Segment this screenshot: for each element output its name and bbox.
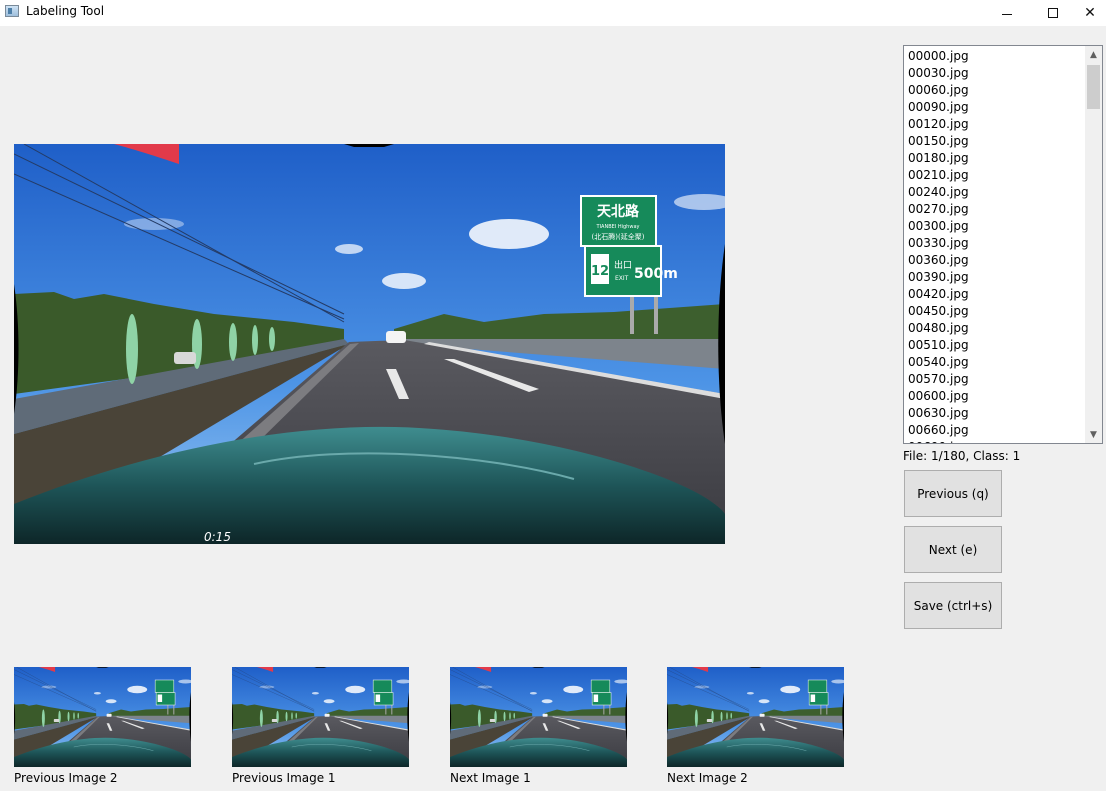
save-button[interactable]: Save (ctrl+s) xyxy=(904,582,1002,629)
thumbnail-previous-2[interactable] xyxy=(14,667,191,767)
file-list-item[interactable]: 00150.jpg xyxy=(908,133,969,150)
status-text: File: 1/180, Class: 1 xyxy=(903,449,1021,463)
sign-sub1-text: TIANBEI Highway xyxy=(596,224,640,230)
window-title: Labeling Tool xyxy=(26,4,105,18)
main-image[interactable]: 天北路 TIANBEI Highway (北石腾)(延全聚) 12 出口 EXI… xyxy=(14,144,725,544)
file-list-item[interactable]: 00060.jpg xyxy=(908,82,969,99)
road-scene-image: 天北路 TIANBEI Highway (北石腾)(延全聚) 12 出口 EXI… xyxy=(14,144,725,544)
file-list-items: 00000.jpg 00030.jpg 00060.jpg 00090.jpg 0012… xyxy=(908,48,969,443)
file-list-item[interactable]: 00090.jpg xyxy=(908,99,969,116)
scroll-down-icon[interactable]: ▼ xyxy=(1085,426,1102,443)
thumbnail-previous-1[interactable] xyxy=(232,667,409,767)
file-list-item[interactable]: 00240.jpg xyxy=(908,184,969,201)
file-list-item[interactable]: 00300.jpg xyxy=(908,218,969,235)
sign-sub2-text: (北石腾)(延全聚) xyxy=(592,232,645,241)
thumbnail-image xyxy=(232,667,409,767)
maximize-button[interactable] xyxy=(1030,0,1076,26)
file-list-item[interactable]: 00450.jpg xyxy=(908,303,969,320)
thumbnail-image xyxy=(450,667,627,767)
sign-exit-number: 12 xyxy=(591,264,609,279)
previous-button[interactable]: Previous (q) xyxy=(904,470,1002,517)
file-list-item[interactable]: 00180.jpg xyxy=(908,150,969,167)
title-bar: Labeling Tool ✕ xyxy=(0,0,1106,26)
scroll-up-icon[interactable]: ▲ xyxy=(1085,46,1102,63)
file-list-item[interactable]: 00660.jpg xyxy=(908,422,969,439)
thumbnail-label: Previous Image 1 xyxy=(232,771,336,785)
file-list-item[interactable]: 00210.jpg xyxy=(908,167,969,184)
scroll-thumb[interactable] xyxy=(1087,65,1100,109)
thumbnail-image xyxy=(667,667,844,767)
thumbnail-next-1[interactable] xyxy=(450,667,627,767)
app-icon xyxy=(5,5,19,17)
thumbnail-label: Previous Image 2 xyxy=(14,771,118,785)
file-list-item[interactable]: 00690.jpg xyxy=(908,439,969,443)
file-list-scrollbar[interactable]: ▲ ▼ xyxy=(1085,46,1102,443)
file-list-item[interactable]: 00030.jpg xyxy=(908,65,969,82)
sign-exit-en: EXIT xyxy=(615,275,629,282)
timestamp-overlay: 0:15 xyxy=(204,530,231,544)
file-list-item[interactable]: 00270.jpg xyxy=(908,201,969,218)
thumbnail-next-2[interactable] xyxy=(667,667,844,767)
maximize-icon xyxy=(1048,8,1058,18)
file-list-item[interactable]: 00120.jpg xyxy=(908,116,969,133)
next-button[interactable]: Next (e) xyxy=(904,526,1002,573)
file-list-item[interactable]: 00480.jpg xyxy=(908,320,969,337)
file-list-item[interactable]: 00390.jpg xyxy=(908,269,969,286)
minimize-button[interactable] xyxy=(984,0,1030,26)
file-list-item[interactable]: 00000.jpg xyxy=(908,48,969,65)
file-list-item[interactable]: 00570.jpg xyxy=(908,371,969,388)
sign-distance: 500m xyxy=(634,266,678,282)
file-list-item[interactable]: 00360.jpg xyxy=(908,252,969,269)
file-list-item[interactable]: 00630.jpg xyxy=(908,405,969,422)
minimize-icon xyxy=(1002,13,1012,15)
close-button[interactable]: ✕ xyxy=(1074,0,1106,26)
file-list-item[interactable]: 00510.jpg xyxy=(908,337,969,354)
thumbnail-label: Next Image 2 xyxy=(667,771,748,785)
file-list-item[interactable]: 00600.jpg xyxy=(908,388,969,405)
file-list[interactable]: 00000.jpg 00030.jpg 00060.jpg 00090.jpg 0012… xyxy=(903,45,1103,444)
sign-exit-cn: 出口 xyxy=(614,259,632,271)
file-list-item[interactable]: 00420.jpg xyxy=(908,286,969,303)
close-icon: ✕ xyxy=(1084,5,1096,21)
sign-top-text: 天北路 xyxy=(597,203,640,220)
file-list-item[interactable]: 00540.jpg xyxy=(908,354,969,371)
thumbnail-label: Next Image 1 xyxy=(450,771,531,785)
thumbnail-image xyxy=(14,667,191,767)
file-list-item[interactable]: 00330.jpg xyxy=(908,235,969,252)
